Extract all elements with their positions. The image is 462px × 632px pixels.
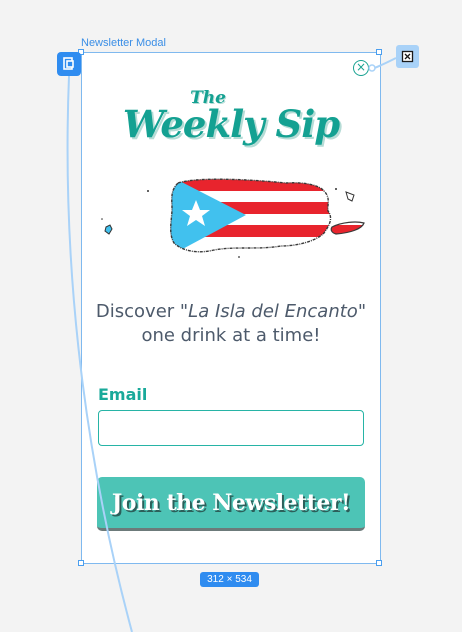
email-field[interactable] xyxy=(98,410,364,446)
resize-handle-bottom-right[interactable] xyxy=(376,560,382,566)
resize-handle-bottom-left[interactable] xyxy=(78,560,84,566)
link-glyph xyxy=(63,57,74,70)
tagline-prefix: Discover xyxy=(95,301,180,322)
tagline-emphasis: "La Isla del Encanto" xyxy=(179,301,367,322)
frame-label[interactable]: Newsletter Modal xyxy=(81,37,166,49)
flag-pattern xyxy=(170,179,364,252)
prototype-link-icon[interactable] xyxy=(57,52,81,76)
tagline-suffix: one drink at a time! xyxy=(141,325,321,346)
close-square-glyph xyxy=(401,50,414,63)
puerto-rico-flag-map xyxy=(101,178,365,258)
close-icon[interactable]: × xyxy=(353,60,369,76)
size-badge: 312 × 534 xyxy=(200,572,259,587)
logo-main-text: Weekly Sip xyxy=(122,102,340,146)
email-label: Email xyxy=(98,385,148,404)
logo: The Weekly Sip xyxy=(82,90,380,146)
newsletter-modal[interactable]: The Weekly Sip Discover "La Isla del Enc… xyxy=(81,52,381,564)
close-overlay-icon[interactable] xyxy=(396,45,419,68)
join-newsletter-button[interactable]: Join the Newsletter! xyxy=(97,477,365,531)
resize-handle-top-right[interactable] xyxy=(376,49,382,55)
tagline: Discover "La Isla del Encanto" one drink… xyxy=(82,300,380,348)
